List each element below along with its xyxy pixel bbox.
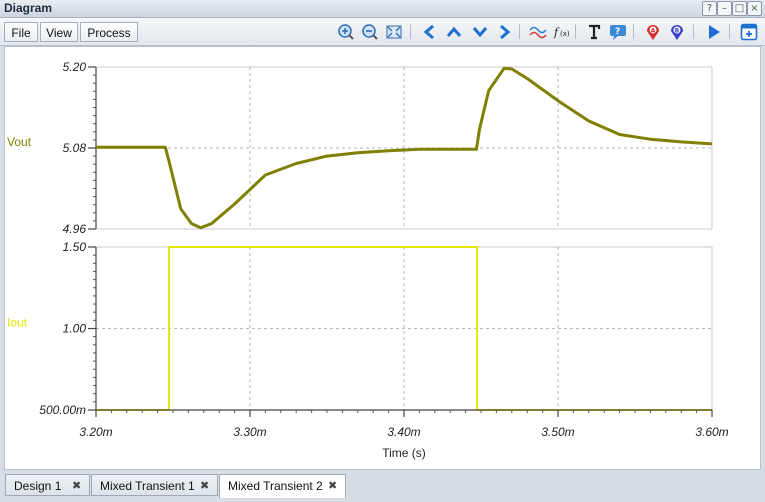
add-window-icon[interactable] [740,23,758,41]
series-label: Vout [7,135,32,149]
toolbar-separator [410,24,411,39]
maximize-button[interactable]: □ [732,1,747,16]
y-tick-label: 5.08 [63,141,87,155]
x-tick-label: 3.60m [695,425,728,439]
tab-mixed-transient-2[interactable]: Mixed Transient 2 ✖ [219,474,346,498]
arrow-right-icon[interactable] [495,23,513,41]
arrow-down-icon[interactable] [471,23,489,41]
minimize-button[interactable]: – [717,1,732,16]
tab-close-icon[interactable]: ✖ [328,475,337,497]
toolbar-separator [729,24,730,39]
svg-text:?: ? [615,27,620,37]
function-icon[interactable]: f (x) [553,23,571,41]
process-menu[interactable]: Process [80,22,138,42]
window-titlebar: Diagram ? – □ × [0,0,765,18]
tab-label: Design 1 [14,479,62,493]
tab-mixed-transient-1[interactable]: Mixed Transient 1 ✖ [91,474,218,496]
view-menu[interactable]: View [40,22,78,42]
zoom-out-icon[interactable] [361,23,379,41]
x-axis-label: Time (s) [382,446,426,460]
svg-text:B: B [675,28,680,35]
arrow-up-icon[interactable] [445,23,463,41]
zoom-in-icon[interactable] [337,23,355,41]
arrow-left-icon[interactable] [421,23,439,41]
window-title: Diagram [4,1,53,15]
x-tick-label: 3.50m [541,425,574,439]
play-icon[interactable] [705,23,723,41]
y-tick-label: 5.20 [63,60,87,74]
help-button[interactable]: ? [702,1,717,16]
tab-close-icon[interactable]: ✖ [72,475,81,497]
cursor-b-icon[interactable]: B [668,23,686,41]
zoom-fit-icon[interactable] [385,23,403,41]
toolbar-separator [693,24,694,39]
x-tick-label: 3.40m [387,425,420,439]
close-button[interactable]: × [747,1,762,16]
svg-text:f: f [553,26,560,39]
svg-text:A: A [651,28,656,35]
svg-text:(x): (x) [560,30,570,38]
y-tick-label: 4.96 [63,222,87,236]
transient-chart[interactable]: 5.20 5.08 4.96 Vout 1.50 1.00 500.00m Iout 3.20m… [5,47,762,471]
toolbar-separator [633,24,634,39]
tab-label: Mixed Transient 1 [100,479,195,493]
x-tick-label: 3.30m [233,425,266,439]
series-label: Iout [7,316,28,330]
tab-design-1[interactable]: Design 1 ✖ [5,474,90,496]
file-menu[interactable]: File [4,22,38,42]
x-tick-label: 3.20m [79,425,112,439]
document-tabs: Design 1 ✖ Mixed Transient 1 ✖ Mixed Tra… [0,472,765,502]
toolbar-separator [519,24,520,39]
tab-close-icon[interactable]: ✖ [200,475,209,497]
toolbar: File View Process f (x) ? A B [0,18,765,46]
text-icon[interactable] [585,23,603,41]
tab-label: Mixed Transient 2 [228,479,323,493]
cursor-a-icon[interactable]: A [644,23,662,41]
y-tick-label: 1.50 [63,240,87,254]
y-tick-label: 1.00 [63,322,87,336]
toolbar-separator [575,24,576,39]
y-tick-label: 500.00m [39,403,86,417]
diagram-plot-area[interactable]: 5.20 5.08 4.96 Vout 1.50 1.00 500.00m Iout 3.20m… [4,46,761,470]
annotation-icon[interactable]: ? [609,23,627,41]
waveform-icon[interactable] [529,23,547,41]
